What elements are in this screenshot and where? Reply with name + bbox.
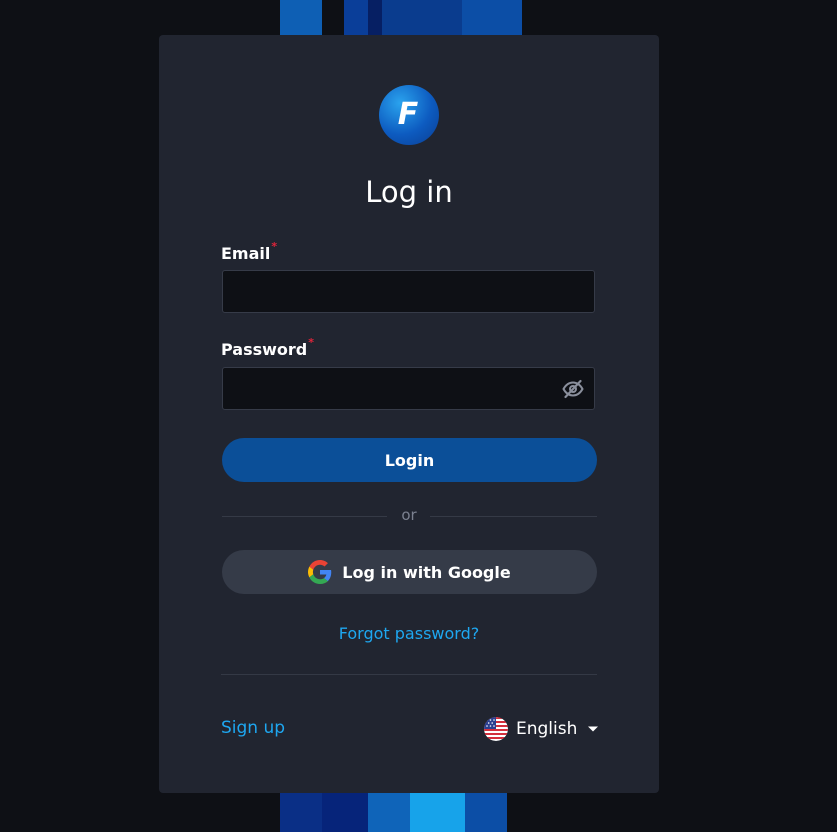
- background-stripe: [322, 793, 368, 832]
- divider: [221, 674, 597, 675]
- background-stripe: [410, 793, 465, 832]
- email-input[interactable]: [222, 270, 595, 313]
- divider-line-left: [222, 516, 387, 517]
- selected-language: English: [516, 719, 578, 739]
- password-label: Password*: [221, 336, 314, 359]
- background-stripe: [382, 0, 462, 36]
- password-label-text: Password: [221, 340, 308, 359]
- background-stripe: [280, 0, 322, 36]
- language-selector[interactable]: English: [484, 717, 599, 741]
- password-input[interactable]: [222, 367, 595, 410]
- google-login-button[interactable]: Log in with Google: [222, 550, 597, 594]
- required-asterisk: *: [308, 336, 315, 349]
- google-login-label: Log in with Google: [342, 562, 511, 582]
- app-logo: F: [379, 85, 439, 145]
- forgot-password-link[interactable]: Forgot password?: [159, 624, 659, 643]
- background-stripe: [465, 793, 507, 832]
- login-page: F Log in Email* Password* Login or Log i…: [0, 0, 837, 832]
- eye-slash-icon[interactable]: [561, 377, 585, 401]
- required-asterisk: *: [271, 240, 278, 253]
- page-title: Log in: [365, 175, 453, 209]
- login-button[interactable]: Login: [222, 438, 597, 482]
- or-separator: or: [401, 506, 417, 524]
- background-stripe: [462, 0, 522, 36]
- background-stripe: [368, 793, 410, 832]
- us-flag-icon: [484, 717, 508, 741]
- logo-letter: F: [397, 97, 419, 132]
- email-label: Email*: [221, 240, 277, 263]
- background-stripe: [344, 0, 368, 36]
- divider-line-right: [430, 516, 597, 517]
- login-card: F Log in Email* Password* Login or Log i…: [159, 35, 659, 793]
- google-icon: [308, 560, 332, 584]
- email-label-text: Email: [221, 244, 271, 263]
- sign-up-link[interactable]: Sign up: [221, 718, 285, 738]
- caret-down-icon: [588, 726, 599, 732]
- background-stripe: [368, 0, 382, 36]
